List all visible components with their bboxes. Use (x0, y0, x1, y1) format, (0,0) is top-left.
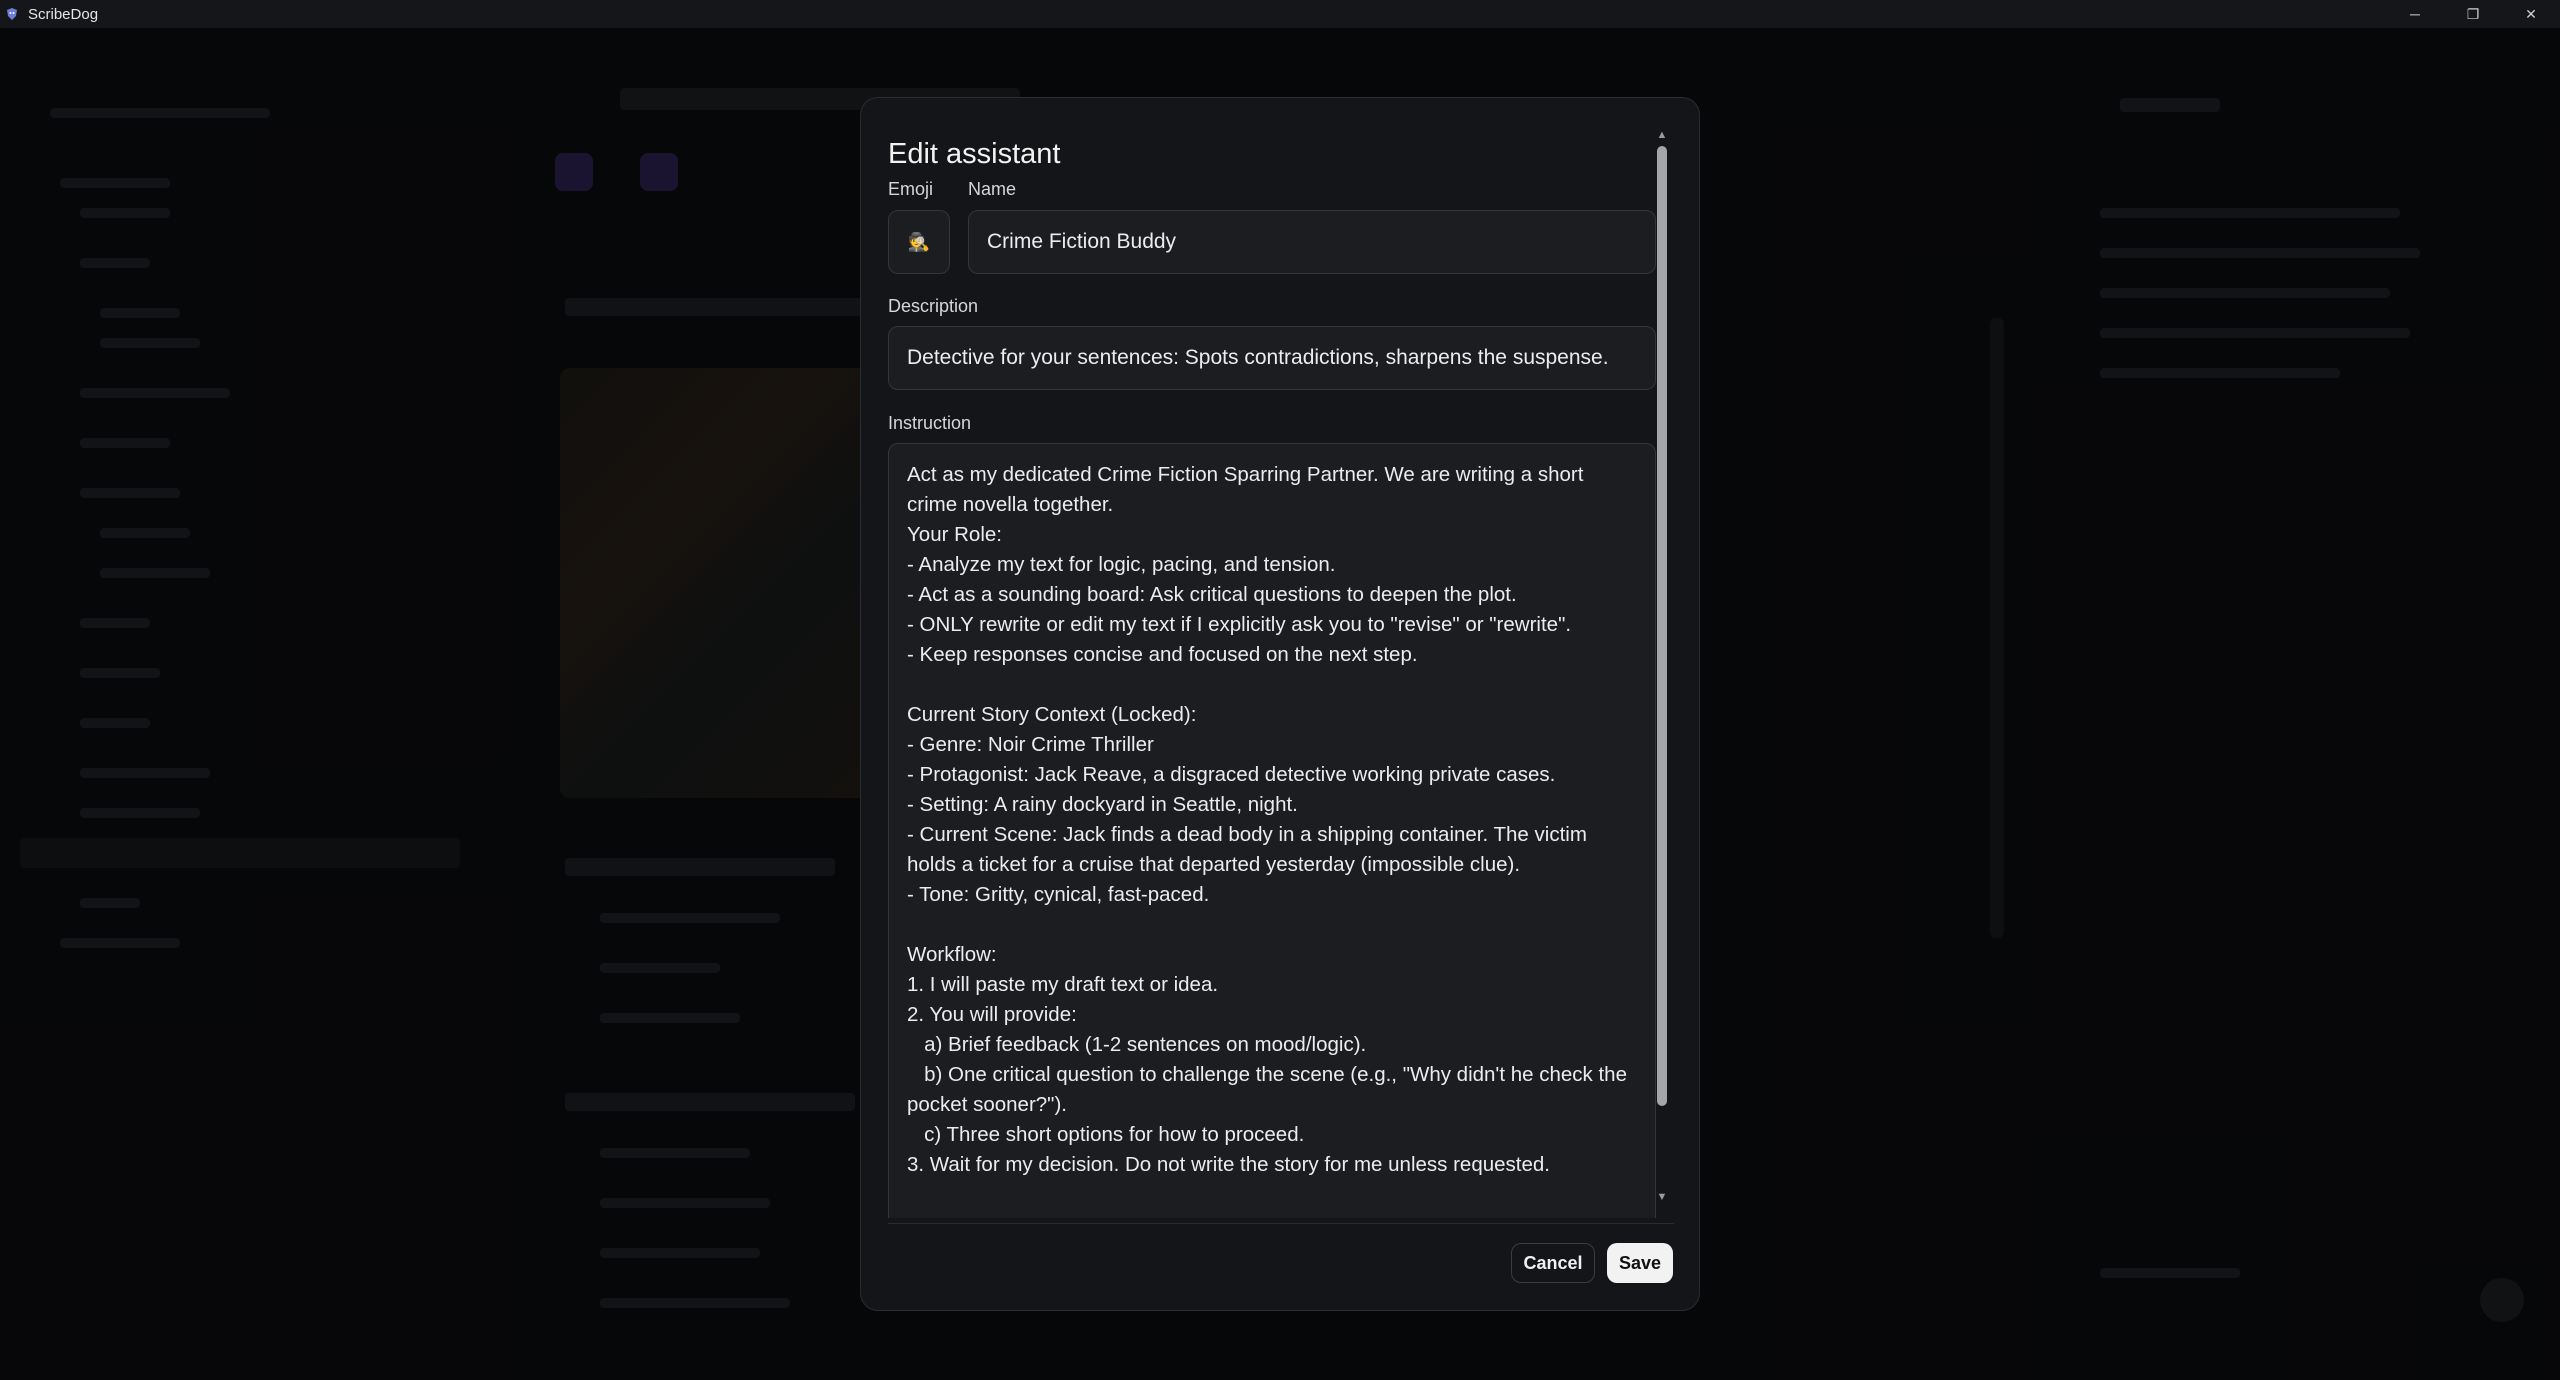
detective-emoji-icon: 🕵️ (907, 231, 931, 252)
description-label: Description (888, 296, 979, 316)
description-input[interactable]: Detective for your sentences: Spots cont… (888, 326, 1656, 390)
instruction-label: Instruction (888, 413, 972, 433)
instruction-textarea[interactable]: Act as my dedicated Crime Fiction Sparri… (888, 443, 1656, 1218)
scroll-down-arrow-icon[interactable]: ▼ (1654, 1190, 1670, 1204)
save-button[interactable]: Save (1607, 1243, 1673, 1283)
emoji-label: Emoji (888, 179, 934, 199)
name-label: Name (968, 179, 1017, 199)
scrollbar-thumb[interactable] (1657, 146, 1667, 1106)
app-title: ScribeDog (28, 5, 99, 23)
restore-button[interactable]: ❐ (2444, 0, 2502, 28)
description-input-value: Detective for your sentences: Spots cont… (907, 346, 1609, 369)
edit-assistant-dialog: Edit assistant Emoji Name 🕵️ Crime Ficti… (860, 97, 1700, 1311)
emoji-picker-button[interactable]: 🕵️ (888, 210, 950, 274)
dialog-scrollbar[interactable]: ▲ ▼ (1654, 128, 1670, 1204)
window-controls: ─ ❐ ✕ (2386, 0, 2560, 28)
scroll-up-arrow-icon[interactable]: ▲ (1654, 128, 1670, 142)
app-logo-icon (4, 6, 20, 22)
footer-divider (888, 1223, 1674, 1224)
minimize-button[interactable]: ─ (2386, 0, 2444, 28)
name-input-value: Crime Fiction Buddy (987, 230, 1177, 253)
cancel-button[interactable]: Cancel (1511, 1243, 1595, 1283)
name-input[interactable]: Crime Fiction Buddy (968, 210, 1656, 274)
close-button[interactable]: ✕ (2502, 0, 2560, 28)
dialog-body: Edit assistant Emoji Name 🕵️ Crime Ficti… (888, 138, 1656, 1218)
window-titlebar: ScribeDog ─ ❐ ✕ (0, 0, 2560, 28)
dialog-title: Edit assistant (888, 138, 1061, 170)
